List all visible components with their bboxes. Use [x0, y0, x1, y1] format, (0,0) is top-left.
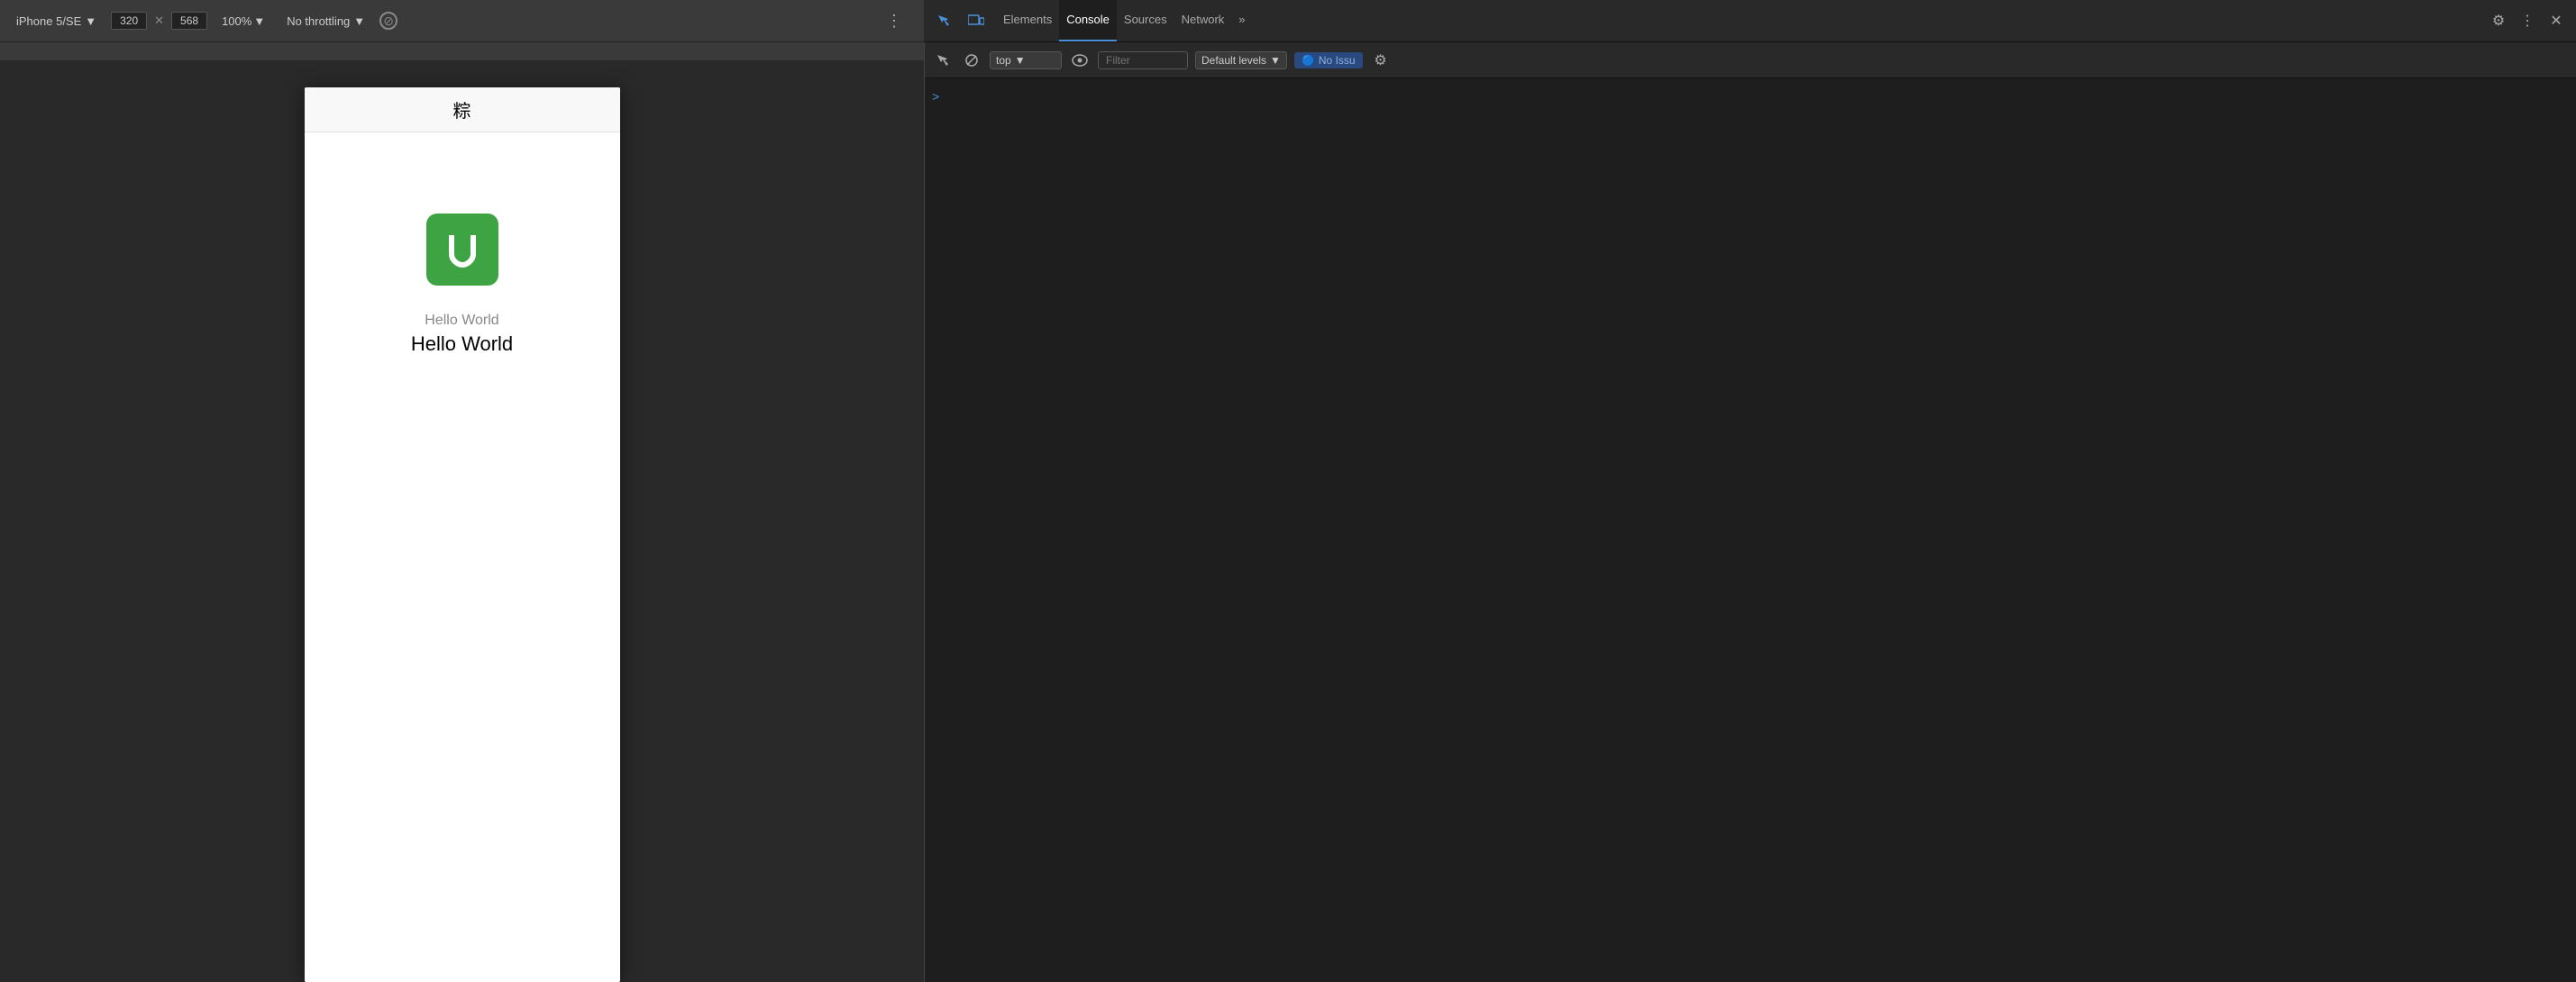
- tab-console[interactable]: Console: [1059, 0, 1117, 41]
- tab-more[interactable]: »: [1231, 0, 1252, 41]
- context-dropdown[interactable]: top ▼: [990, 51, 1062, 69]
- console-settings-icon[interactable]: ⚙: [1370, 50, 1392, 71]
- device-frame-container: 粽 Hello World Hello World: [0, 60, 924, 982]
- hello-world-subtitle: Hello World: [425, 313, 498, 329]
- dimension-separator: ✕: [154, 14, 164, 28]
- inspect-icon[interactable]: [931, 8, 956, 33]
- device-name: iPhone 5/SE: [16, 14, 81, 28]
- throttle-value: No throttling: [287, 14, 350, 28]
- console-inspect-icon[interactable]: [932, 50, 954, 71]
- no-issues-text: No Issu: [1319, 54, 1356, 67]
- levels-dropdown[interactable]: Default levels ▼: [1195, 51, 1287, 69]
- app-logo: [426, 214, 498, 286]
- levels-value: Default levels: [1201, 54, 1266, 67]
- viewport-area: 粽 Hello World Hello World: [0, 42, 924, 982]
- levels-dropdown-icon: ▼: [1270, 54, 1281, 67]
- toolbar-left: iPhone 5/SE ▼ ✕ 100% ▼ No throttling ▼ ⊘…: [0, 11, 924, 32]
- device-frame: 粽 Hello World Hello World: [305, 87, 620, 982]
- width-input[interactable]: [111, 12, 147, 30]
- toolbar-more-button[interactable]: ⋮: [875, 12, 915, 31]
- tab-sources[interactable]: Sources: [1117, 0, 1174, 41]
- devtools-left-icons: [924, 0, 996, 41]
- devtools-panel: top ▼ Default levels ▼ 🔵 No Issu: [924, 42, 2576, 982]
- filter-input[interactable]: [1098, 51, 1188, 69]
- height-input[interactable]: [171, 12, 207, 30]
- zoom-selector[interactable]: 100% ▼: [215, 11, 272, 32]
- devtools-settings-icon[interactable]: ⚙: [2486, 8, 2511, 33]
- device-status-bar: 粽: [305, 87, 620, 132]
- console-toolbar: top ▼ Default levels ▼ 🔵 No Issu: [925, 42, 2576, 78]
- zoom-dropdown-icon: ▼: [253, 14, 265, 28]
- ruler-horizontal: [0, 42, 924, 60]
- zoom-value: 100%: [222, 14, 251, 28]
- throttle-dropdown-icon: ▼: [353, 14, 365, 28]
- tab-elements[interactable]: Elements: [996, 0, 1059, 41]
- console-prompt[interactable]: >: [932, 89, 2569, 104]
- main-area: 粽 Hello World Hello World: [0, 42, 2576, 982]
- device-content: Hello World Hello World: [305, 132, 620, 982]
- hello-world-title: Hello World: [411, 332, 513, 356]
- responsive-icon[interactable]: [964, 8, 989, 33]
- tab-network[interactable]: Network: [1174, 0, 1232, 41]
- devtools-tabs: Elements Console Sources Network » ⚙ ⋮ ✕: [924, 0, 2576, 42]
- devtools-more-icon[interactable]: ⋮: [2515, 8, 2540, 33]
- console-clear-icon[interactable]: [961, 50, 982, 71]
- device-selector[interactable]: iPhone 5/SE ▼: [9, 11, 104, 32]
- context-value: top: [996, 54, 1011, 67]
- throttle-selector[interactable]: No throttling ▼: [279, 11, 372, 32]
- console-output: >: [925, 78, 2576, 982]
- no-network-icon[interactable]: ⊘: [379, 12, 397, 30]
- more-tabs-icon: »: [1238, 13, 1245, 26]
- device-dropdown-icon: ▼: [85, 14, 96, 28]
- context-dropdown-icon: ▼: [1015, 54, 1026, 67]
- status-bar-char: 粽: [453, 96, 471, 123]
- devtools-close-icon[interactable]: ✕: [2544, 8, 2569, 33]
- no-issues-badge[interactable]: 🔵 No Issu: [1294, 52, 1363, 68]
- devtools-right-icons: ⚙ ⋮ ✕: [2479, 0, 2576, 41]
- prompt-arrow: >: [932, 89, 939, 104]
- no-issues-icon: 🔵: [1302, 54, 1315, 67]
- top-toolbar: iPhone 5/SE ▼ ✕ 100% ▼ No throttling ▼ ⊘…: [0, 0, 2576, 42]
- app-logo-svg: [440, 227, 485, 272]
- console-eye-icon[interactable]: [1069, 50, 1091, 71]
